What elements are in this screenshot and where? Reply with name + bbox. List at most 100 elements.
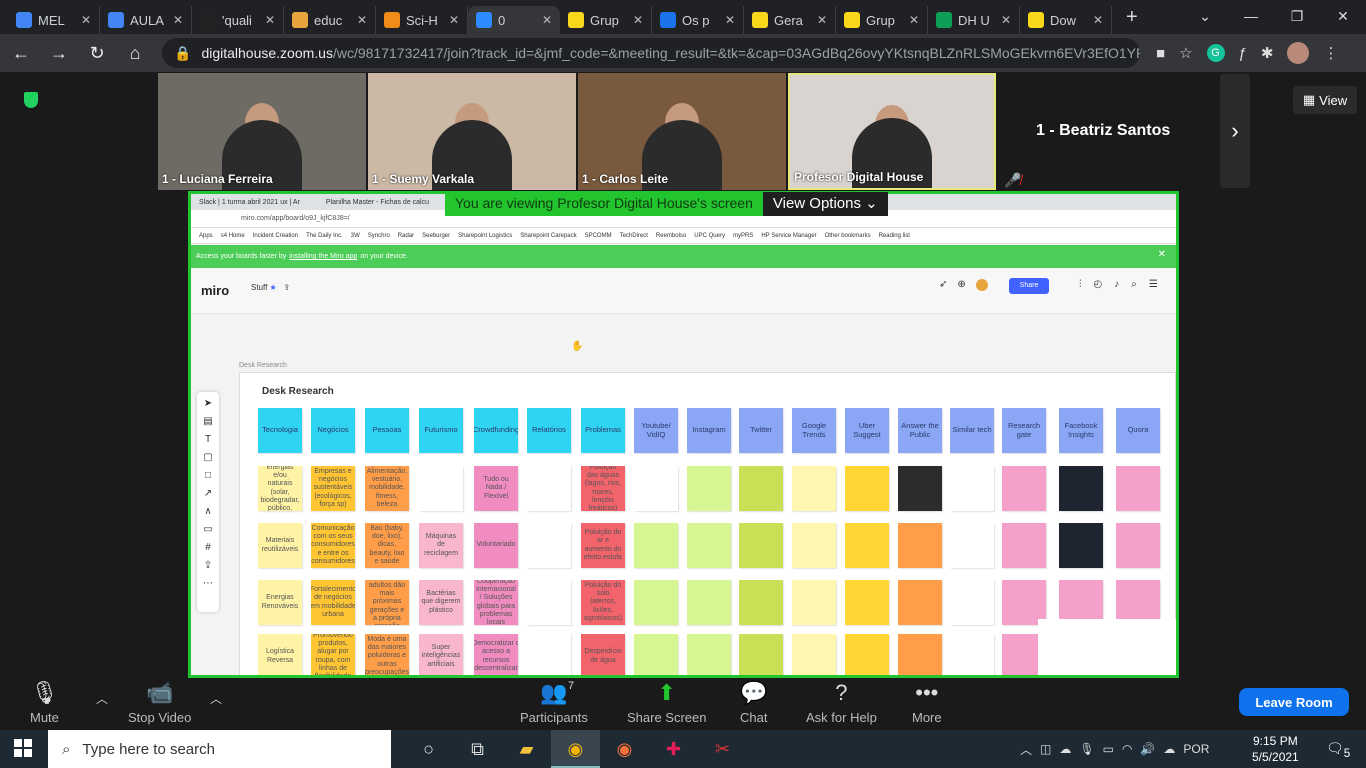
screenshot-card[interactable] xyxy=(527,580,571,625)
sticky-note[interactable]: Jovens e adultos dão mais próximas geraç… xyxy=(365,580,409,625)
browser-tab[interactable]: Os p ✕ xyxy=(652,6,744,34)
sticky-note[interactable]: Moda é uma das maiores poluidoras e outr… xyxy=(365,634,409,675)
tab-close-icon[interactable]: ✕ xyxy=(81,13,91,27)
sticky-note[interactable]: Cooperação internacional / Soluções glob… xyxy=(474,580,518,625)
screenshot-card[interactable] xyxy=(845,580,889,625)
screenshot-card[interactable] xyxy=(845,634,889,675)
sticky-note[interactable]: Baú (baby, doe, lixo), dicas, beauty, li… xyxy=(365,523,409,568)
grammarly-icon[interactable]: G xyxy=(1206,44,1225,62)
screenshot-card[interactable] xyxy=(898,523,942,568)
video-options-caret-icon[interactable]: ︿ xyxy=(210,690,222,707)
column-header-sticky[interactable]: Crowdfunding xyxy=(474,408,518,453)
column-header-sticky[interactable]: Twitter xyxy=(739,408,783,453)
participants-button[interactable]: 👥 Participants xyxy=(520,680,588,725)
screenshot-card[interactable] xyxy=(739,466,783,511)
task-view-icon[interactable]: ⧉ xyxy=(453,739,502,760)
wifi-icon[interactable]: ◠ xyxy=(1122,742,1132,756)
tab-close-icon[interactable]: ✕ xyxy=(817,13,827,27)
comment-icon[interactable]: ▭ xyxy=(203,524,212,535)
screenshot-card[interactable] xyxy=(527,523,571,568)
windows-start-icon[interactable] xyxy=(14,739,32,757)
search-icon[interactable]: ⌕ xyxy=(1131,279,1137,290)
star-icon[interactable]: ★ xyxy=(270,283,277,292)
cursor-icon[interactable]: ➶ xyxy=(939,279,947,291)
screenshot-card[interactable] xyxy=(634,523,678,568)
banner-close-icon[interactable]: ✕ xyxy=(1158,249,1166,260)
camera-icon[interactable]: ■ xyxy=(1156,45,1165,62)
screenshot-card[interactable] xyxy=(898,634,942,675)
desk-research-frame[interactable]: Desk Research Tecnologia Diretório de ene… xyxy=(239,372,1176,675)
sticky-note-icon[interactable]: ▢ xyxy=(203,452,212,463)
leave-room-button[interactable]: Leave Room xyxy=(1239,688,1349,716)
screenshot-card[interactable] xyxy=(950,580,994,625)
snipping-tool-icon[interactable]: ✂ xyxy=(698,739,747,760)
screenshot-card[interactable] xyxy=(527,466,571,511)
tab-close-icon[interactable]: ✕ xyxy=(173,13,183,27)
pen-icon[interactable]: ∧ xyxy=(204,506,211,517)
screenshot-card[interactable] xyxy=(739,634,783,675)
screenshot-card[interactable] xyxy=(1002,523,1046,568)
profile-avatar[interactable] xyxy=(1287,42,1310,64)
new-tab-button[interactable]: + xyxy=(1126,6,1138,29)
sticky-note[interactable]: Empresas e negócios sustentáveis (ecológ… xyxy=(311,466,355,511)
screenshot-card[interactable] xyxy=(792,634,836,675)
sticky-note[interactable]: Poluição do ar e aumento do efeito estuf… xyxy=(581,523,625,568)
column-header-sticky[interactable]: Research gate xyxy=(1002,408,1046,453)
chat-button[interactable]: 💬 Chat xyxy=(740,680,767,725)
screenshot-card[interactable] xyxy=(950,634,994,675)
browser-tab[interactable]: AULA ✕ xyxy=(100,6,192,34)
screenshot-card[interactable] xyxy=(1116,523,1160,568)
microphone-icon[interactable]: 🎙 xyxy=(1079,742,1094,756)
screenshot-card[interactable] xyxy=(419,466,463,511)
firefox-icon[interactable]: ◉ xyxy=(600,739,649,760)
mute-button[interactable]: 🎙 Mute xyxy=(30,680,59,725)
url-input[interactable]: 🔒 digitalhouse.zoom.us/wc/98171732417/jo… xyxy=(162,38,1140,68)
column-header-sticky[interactable]: Facebook Insights xyxy=(1059,408,1103,453)
next-page-chevron-icon[interactable]: › xyxy=(1220,74,1250,188)
tab-close-icon[interactable]: ✕ xyxy=(357,13,367,27)
browser-tab[interactable]: Sci-H ✕ xyxy=(376,6,468,34)
minimize-button[interactable]: — xyxy=(1228,8,1274,24)
browser-tab[interactable]: DH U ✕ xyxy=(928,6,1020,34)
sticky-note[interactable]: Comunicação com os seus consumidores e e… xyxy=(311,523,355,568)
onedrive-icon[interactable]: ☁ xyxy=(1059,742,1071,756)
screenshot-card[interactable] xyxy=(739,580,783,625)
miro-share-button[interactable]: Share xyxy=(1009,278,1049,294)
screenshot-card[interactable] xyxy=(687,634,731,675)
browser-tab[interactable]: Dow ✕ xyxy=(1020,6,1112,34)
screenshot-card[interactable] xyxy=(845,466,889,511)
screenshot-card[interactable] xyxy=(898,466,942,511)
tab-close-icon[interactable]: ✕ xyxy=(449,13,459,27)
more-icon[interactable]: ⋯ xyxy=(203,578,213,589)
screenshot-card[interactable] xyxy=(687,523,731,568)
menu-kebab-icon[interactable]: ⋮ xyxy=(1323,44,1338,62)
screenshot-card[interactable] xyxy=(792,580,836,625)
sticky-note[interactable]: Poluição do solo (aterros, lixões, agrot… xyxy=(581,580,625,625)
sticky-note[interactable]: Democratizar o acesso a recursos (descen… xyxy=(474,634,518,675)
tab-close-icon[interactable]: ✕ xyxy=(265,13,275,27)
participant-video-tile[interactable]: Profesor Digital House xyxy=(788,73,996,190)
sticky-note[interactable]: Tudo ou Nada / Flexível xyxy=(474,466,518,511)
screenshot-card[interactable] xyxy=(634,634,678,675)
browser-tab[interactable]: Gera ✕ xyxy=(744,6,836,34)
slack-icon[interactable]: ✚ xyxy=(649,739,698,760)
forward-arrow-icon[interactable]: → xyxy=(48,43,70,64)
volume-icon[interactable]: 🔊 xyxy=(1140,742,1155,756)
screenshot-card[interactable] xyxy=(792,523,836,568)
board-name[interactable]: Stuff ★ ⇪ xyxy=(251,283,290,292)
screenshot-card[interactable] xyxy=(527,634,571,675)
browser-tab[interactable]: 'quali ✕ xyxy=(192,6,284,34)
miro-canvas[interactable]: ✋ Desk Research Desk Research Tecnologia… xyxy=(191,314,1176,675)
close-window-button[interactable]: ✕ xyxy=(1320,8,1366,25)
screenshot-card[interactable] xyxy=(687,580,731,625)
sticky-note[interactable]: Promovendo produtos, alugar por roupa, c… xyxy=(311,634,355,675)
column-header-sticky[interactable]: Problemas xyxy=(581,408,625,453)
extensions-puzzle-icon[interactable]: ✱ xyxy=(1261,44,1274,62)
column-header-sticky[interactable]: Relatórios xyxy=(527,408,571,453)
screenshot-card[interactable] xyxy=(898,580,942,625)
sticky-note[interactable]: Máquinas de reciclagem xyxy=(419,523,463,568)
show-hidden-icons[interactable]: ︿ xyxy=(1020,741,1032,758)
sticky-note[interactable]: Voluntariado xyxy=(474,523,518,568)
screenshot-card[interactable] xyxy=(687,466,731,511)
reload-icon[interactable]: ↻ xyxy=(86,43,108,64)
